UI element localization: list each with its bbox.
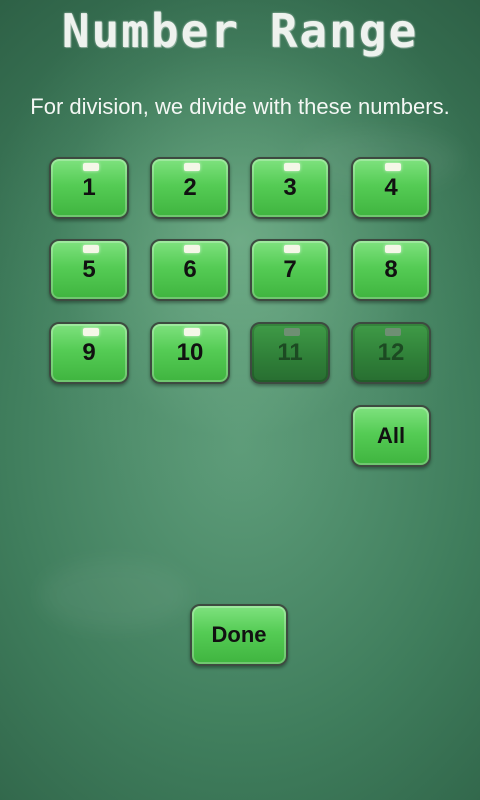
number-button-2[interactable]: 2: [150, 157, 230, 219]
number-button-9[interactable]: 9: [49, 322, 129, 384]
page-subtitle: For division, we divide with these numbe…: [30, 94, 450, 119]
number-button-11[interactable]: 11: [250, 322, 330, 384]
number-button-4[interactable]: 4: [351, 157, 431, 219]
number-button-10[interactable]: 10: [150, 322, 230, 384]
number-button-1[interactable]: 1: [49, 157, 129, 219]
number-button-8[interactable]: 8: [351, 239, 431, 301]
all-button[interactable]: All: [351, 405, 431, 467]
chalk-smudge: [40, 560, 190, 630]
number-button-6[interactable]: 6: [150, 239, 230, 301]
page-title: Number Range: [61, 4, 419, 58]
number-button-3[interactable]: 3: [250, 157, 330, 219]
number-button-7[interactable]: 7: [250, 239, 330, 301]
done-button[interactable]: Done: [190, 604, 288, 666]
number-button-12[interactable]: 12: [351, 322, 431, 384]
number-button-5[interactable]: 5: [49, 239, 129, 301]
